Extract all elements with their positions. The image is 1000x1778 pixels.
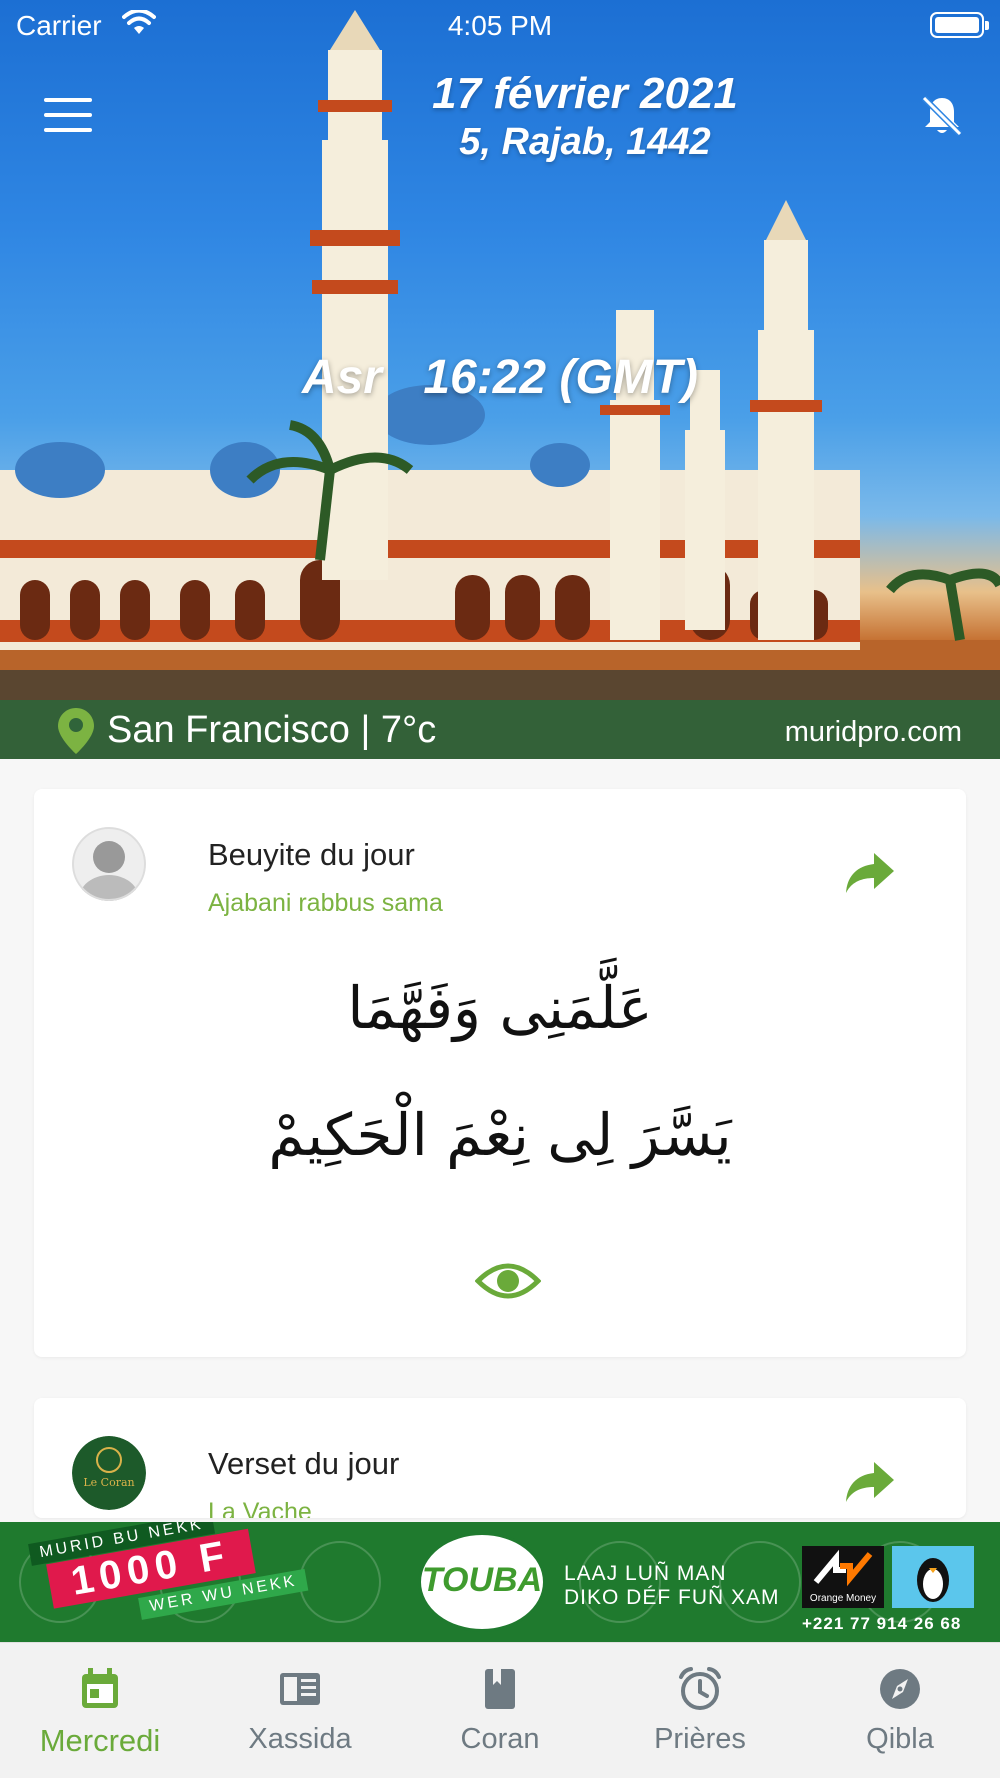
bell-off-icon[interactable] [918,92,966,140]
ad-banner[interactable]: MURID BU NEKK 1000 F WER WU NEKK TOUBA L… [0,1522,1000,1642]
ad-phone: +221 77 914 26 68 [802,1614,962,1633]
share-icon[interactable] [844,851,896,895]
tab-xassida[interactable]: Xassida [200,1643,400,1778]
header-hero: Carrier 4:05 PM 17 février 2021 5, Rajab… [0,0,1000,759]
beuyite-card: Beuyite du jour Ajabani rabbus sama عَلَ… [34,789,966,1357]
tab-label: Prières [654,1723,746,1755]
card-title: Beuyite du jour [208,837,415,872]
ad-ribbon: MURID BU NEKK 1000 F WER WU NEKK [20,1522,310,1624]
status-time: 4:05 PM [447,10,553,41]
avatar [72,827,146,901]
tab-prieres[interactable]: Prières [600,1643,800,1778]
tab-label: Xassida [248,1723,352,1755]
ad-slogan-line-2: DIKO DÉF FUÑ XAM [564,1586,780,1609]
tab-label: Coran [460,1723,540,1755]
book-icon [485,1669,515,1709]
card-subtitle: Ajabani rabbus sama [208,889,443,917]
calendar-icon [82,1668,118,1708]
card-title: Verset du jour [208,1446,400,1481]
orange-money-icon [813,1549,873,1587]
share-icon[interactable] [844,1460,896,1504]
website-link[interactable]: muridpro.com [785,716,962,749]
prayer-name: Asr [301,351,382,404]
prayer-time: 16:22 (GMT) [423,351,699,404]
alarm-clock-icon [679,1667,721,1710]
location-bar: San Francisco | 7°c muridpro.com [0,700,1000,759]
tab-label: Qibla [866,1723,934,1755]
location-pin-icon [58,708,94,754]
compass-icon [880,1669,920,1709]
book-open-icon [280,1673,320,1705]
verset-card: Le Coran Verset du jour La Vache [34,1398,966,1518]
tab-label: Mercredi [39,1723,161,1758]
verse-line-1: عَلَّمَنِى وَفَهَّمَا [347,974,653,1042]
tab-coran[interactable]: Coran [400,1643,600,1778]
tab-qibla[interactable]: Qibla [800,1643,1000,1778]
touba-logo: TOUBA [418,1532,546,1632]
menu-hamburger-icon[interactable] [44,98,92,134]
gregorian-date: 17 février 2021 [432,69,738,118]
tab-mercredi[interactable]: Mercredi [0,1643,200,1778]
app-screen: Carrier 4:05 PM 17 février 2021 5, Rajab… [0,0,1000,1778]
location-weather: San Francisco | 7°c [107,709,437,751]
quran-avatar: Le Coran [72,1436,146,1510]
hijri-date: 5, Rajab, 1442 [459,121,711,163]
verse-line-2: يَسَّرَ لِى نِعْمَ الْحَكِيمْ [268,1101,732,1169]
tab-bar: Mercredi Xassida Coran Prières Qibla [0,1642,1000,1778]
eye-icon[interactable] [475,1259,541,1303]
ad-slogan-line-1: LAAJ LUÑ MAN [564,1562,727,1585]
current-prayer: Asr 16:22 (GMT) [0,350,1000,405]
quran-avatar-text: Le Coran [83,1476,134,1489]
orange-money-logo: Orange Money [802,1546,884,1608]
card-subtitle: La Vache [208,1498,312,1518]
date-block: 17 février 2021 5, Rajab, 1442 [380,70,790,166]
battery-icon [930,12,989,38]
orange-money-label: Orange Money [809,1593,877,1604]
touba-logo-text: TOUBA [421,1561,543,1599]
penguin-icon [892,1546,974,1608]
ad-slogan: LAAJ LUÑ MAN DIKO DÉF FUÑ XAM [564,1562,780,1610]
status-bar: Carrier 4:05 PM [0,0,1000,50]
